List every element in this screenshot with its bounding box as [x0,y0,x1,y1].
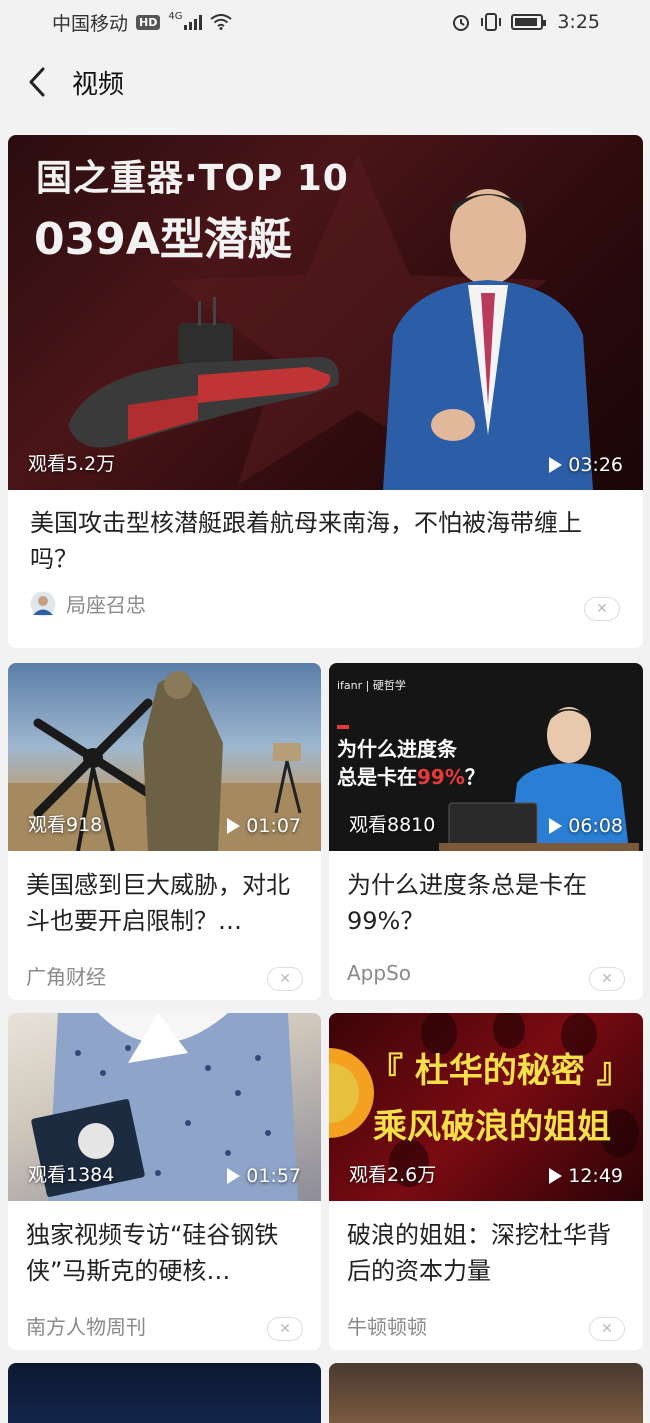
duration-text: 01:07 [246,815,301,837]
play-icon [227,818,241,834]
video-title[interactable]: 破浪的姐姐：深挖杜华背后的资本力量 [347,1217,627,1289]
source-row: 局座召忠 [30,589,146,618]
thumbnail-text: 总是卡在 [337,765,417,789]
video-thumbnail[interactable]: 国之重器·TOP 10 039A型潜艇 观看5.2万 03:26 [8,135,643,490]
duration-text: 06:08 [568,815,623,837]
duration: 03:26 [549,454,623,476]
close-icon: ✕ [601,971,613,987]
video-thumbnail[interactable]: ifanr | 硬哲学 为什么进度条 总是卡在99%？ 观看8810 06:08 [329,663,643,851]
video-card-partial[interactable] [329,1363,643,1423]
play-icon [549,818,563,834]
video-thumbnail[interactable]: 观看918 01:07 [8,663,321,851]
duration-text: 12:49 [568,1165,623,1187]
close-icon: ✕ [596,601,608,617]
video-title[interactable]: 美国攻击型核潜艇跟着航母来南海，不怕被海带缠上吗？ [30,505,620,577]
thumbnail-headline: 『 杜华的秘密 』 [369,1051,631,1091]
accent-bar [337,725,349,729]
duration: 12:49 [549,1165,623,1187]
video-card-partial[interactable] [8,1363,321,1423]
source-name[interactable]: AppSo [347,961,411,985]
dismiss-button[interactable]: ✕ [267,1317,303,1341]
view-count: 观看2.6万 [349,1164,437,1186]
duration-text: 03:26 [568,454,623,476]
view-count: 观看8810 [349,814,436,836]
close-icon: ✕ [279,1321,291,1337]
video-thumbnail[interactable] [8,1363,321,1423]
thumbnail-subheadline: 乘风破浪的姐姐 [373,1107,611,1147]
close-icon: ✕ [279,971,291,987]
source-name[interactable]: 南方人物周刊 [26,1311,146,1340]
video-card[interactable]: ifanr | 硬哲学 为什么进度条 总是卡在99%？ 观看8810 06:08… [329,663,643,1000]
view-count: 观看1384 [28,1164,115,1186]
network-type: 4G [168,10,183,22]
video-thumbnail[interactable]: 『 杜华的秘密 』 乘风破浪的姐姐 观看2.6万 12:49 [329,1013,643,1201]
view-count: 观看5.2万 [28,453,116,475]
duration: 06:08 [549,815,623,837]
duration: 01:57 [227,1165,301,1187]
page-title: 视频 [72,69,125,100]
video-card[interactable]: 观看918 01:07 美国感到巨大威胁，对北斗也要开启限制？… 广角财经 ✕ [8,663,321,1000]
close-icon: ✕ [601,1321,613,1337]
carrier-label: 中国移动 [52,12,129,35]
nav-bar: 视频 [0,52,650,112]
dismiss-button[interactable]: ✕ [584,597,620,621]
play-icon [549,1168,563,1184]
presenter-figure-icon [383,189,593,490]
battery-icon [511,14,547,30]
video-thumbnail[interactable] [329,1363,643,1423]
back-arrow-icon[interactable] [22,67,52,97]
source-name[interactable]: 牛顿顿顿 [347,1311,427,1340]
video-card[interactable]: 『 杜华的秘密 』 乘风破浪的姐姐 观看2.6万 12:49 破浪的姐姐：深挖杜… [329,1013,643,1350]
duration-text: 01:57 [246,1165,301,1187]
avatar[interactable] [30,591,56,617]
video-card[interactable]: 观看1384 01:57 独家视频专访“硅谷钢铁侠”马斯克的硬核… 南方人物周刊… [8,1013,321,1350]
dismiss-button[interactable]: ✕ [589,1317,625,1341]
status-bar: 中国移动 HD 4G 3:25 [0,0,650,44]
dismiss-button[interactable]: ✕ [267,967,303,991]
vibrate-icon [481,13,502,31]
play-icon [549,457,563,473]
submarine-icon [68,297,339,448]
dismiss-button[interactable]: ✕ [589,967,625,991]
video-title[interactable]: 为什么进度条总是卡在99%？ [347,867,627,939]
duration: 01:07 [227,815,301,837]
thumbnail-brand: ifanr | 硬哲学 [337,679,406,692]
view-count: 观看918 [28,814,103,836]
alarm-icon [453,15,470,31]
signal-icon [184,14,203,30]
video-title[interactable]: 美国感到巨大威胁，对北斗也要开启限制？… [26,867,306,939]
video-thumbnail[interactable]: 观看1384 01:57 [8,1013,321,1201]
hd-badge: HD [136,14,161,30]
thumbnail-headline: 国之重器·TOP 10 [36,158,349,199]
featured-video-card[interactable]: 国之重器·TOP 10 039A型潜艇 观看5.2万 03:26 美国攻击型核潜… [8,135,643,648]
thumbnail-subheadline: 039A型潜艇 [34,214,292,265]
source-name[interactable]: 局座召忠 [66,589,146,618]
source-name[interactable]: 广角财经 [26,961,106,990]
wifi-icon [210,14,233,30]
clock: 3:25 [557,11,600,33]
video-title[interactable]: 独家视频专访“硅谷钢铁侠”马斯克的硬核… [26,1217,306,1289]
play-icon [227,1168,241,1184]
